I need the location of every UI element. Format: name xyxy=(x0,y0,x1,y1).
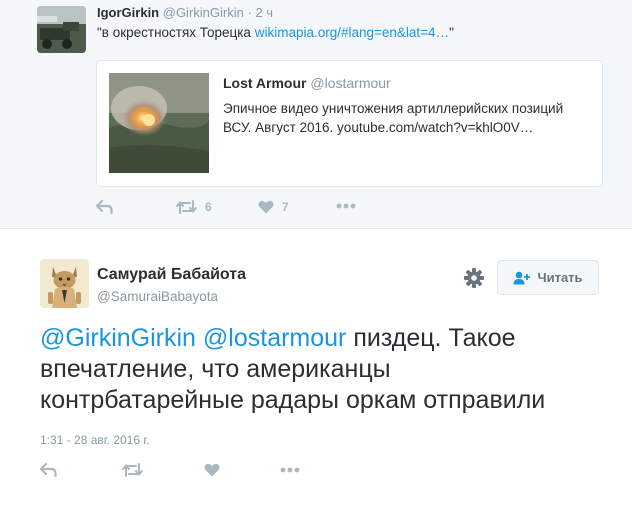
quoted-author-name[interactable]: Lost Armour xyxy=(223,75,306,91)
parent-tweet-actions: 6 7 xyxy=(96,200,396,218)
quoted-tweet-header: Lost Armour @lostarmour xyxy=(223,75,391,91)
more-icon xyxy=(280,467,300,473)
parent-author-handle[interactable]: @GirkinGirkin xyxy=(163,5,244,20)
main-reply-button[interactable] xyxy=(40,463,57,477)
mention-lostarmour[interactable]: @lostarmour xyxy=(203,324,346,352)
follow-button-label: Читать xyxy=(537,270,583,285)
heart-icon xyxy=(204,463,220,477)
parent-tweet-header: IgorGirkin @GirkinGirkin · 2 ч xyxy=(97,5,273,20)
parent-tweet-link[interactable]: wikimapia.org/#lang=en&lat=4… xyxy=(255,25,449,40)
explosion-video-image xyxy=(109,73,209,173)
heart-icon xyxy=(258,200,274,214)
quoted-author-handle[interactable]: @lostarmour xyxy=(310,75,390,91)
parent-like-count: 7 xyxy=(282,200,289,214)
add-user-icon xyxy=(513,271,531,284)
main-avatar[interactable] xyxy=(40,259,89,308)
parent-tweet-time[interactable]: 2 ч xyxy=(255,5,273,20)
more-icon xyxy=(336,203,356,209)
cat-avatar-image xyxy=(40,259,89,308)
quoted-tweet-text: Эпичное видео уничтожения артиллерийских… xyxy=(223,101,564,135)
parent-text-close: " xyxy=(449,25,454,40)
reply-icon xyxy=(96,200,113,214)
parent-avatar-image xyxy=(37,6,86,53)
main-retweet-button[interactable] xyxy=(122,463,143,477)
header-separator: · xyxy=(247,5,252,20)
parent-tweet: IgorGirkin @GirkinGirkin · 2 ч "в окрест… xyxy=(0,0,632,229)
follow-button[interactable]: Читать xyxy=(497,260,599,295)
retweet-icon xyxy=(122,463,143,477)
parent-avatar[interactable] xyxy=(37,6,86,53)
gear-icon xyxy=(464,268,484,288)
quoted-tweet-thumbnail[interactable] xyxy=(109,73,209,173)
main-tweet-text: @GirkinGirkin @lostarmour пиздец. Такое … xyxy=(40,323,600,416)
parent-tweet-text: "в окрестностях Торецка wikimapia.org/#l… xyxy=(97,25,454,40)
quoted-tweet-card[interactable]: Lost Armour @lostarmour Эпичное видео ун… xyxy=(96,60,603,187)
main-like-button[interactable] xyxy=(204,463,220,477)
mention-girkin[interactable]: @GirkinGirkin xyxy=(40,324,196,352)
parent-like-button[interactable]: 7 xyxy=(258,200,289,214)
main-tweet: Самурай Бабайота @SamuraiBabayota Читать xyxy=(0,229,632,512)
settings-button[interactable] xyxy=(463,267,485,289)
reply-icon xyxy=(40,463,57,477)
main-tweet-actions xyxy=(40,463,340,483)
parent-reply-button[interactable] xyxy=(96,200,113,214)
parent-retweet-count: 6 xyxy=(205,200,212,214)
parent-text-open: "в окрестностях Торецка xyxy=(97,25,255,40)
parent-more-button[interactable] xyxy=(336,203,356,209)
parent-author-name[interactable]: IgorGirkin xyxy=(97,5,159,20)
retweet-icon xyxy=(176,200,197,214)
parent-retweet-button[interactable]: 6 xyxy=(176,200,212,214)
main-tweet-timestamp[interactable]: 1:31 - 28 авг. 2016 г. xyxy=(40,433,150,447)
main-author-name[interactable]: Самурай Бабайота xyxy=(97,266,246,284)
main-author-handle[interactable]: @SamuraiBabayota xyxy=(97,289,218,304)
main-more-button[interactable] xyxy=(280,467,300,473)
